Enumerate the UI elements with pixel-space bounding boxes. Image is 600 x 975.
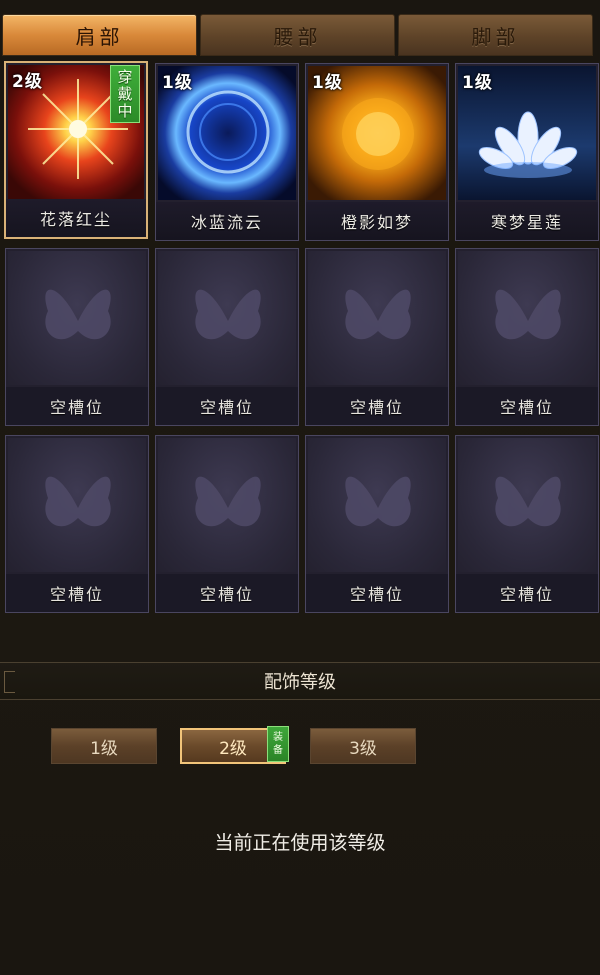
accessory-card[interactable]: 1级 寒梦星莲 <box>455 63 599 241</box>
empty-slot-label: 空槽位 <box>6 574 148 612</box>
empty-slot[interactable]: 空槽位 <box>455 248 599 426</box>
butterfly-placeholder-icon <box>158 251 296 385</box>
empty-slot-label: 空槽位 <box>456 574 598 612</box>
empty-slot[interactable]: 空槽位 <box>305 248 449 426</box>
level-1-button[interactable]: 1级 <box>51 728 157 764</box>
butterfly-placeholder-icon <box>158 438 296 572</box>
item-name: 寒梦星莲 <box>456 202 598 240</box>
worn-badge: 穿戴中 <box>110 65 140 123</box>
item-name: 橙影如梦 <box>306 202 448 240</box>
accessory-card[interactable]: 2级 穿戴中 花落红尘 <box>4 61 148 239</box>
empty-slot-label: 空槽位 <box>156 574 298 612</box>
level-label: 1级 <box>162 73 193 93</box>
butterfly-placeholder-icon <box>308 438 446 572</box>
item-name: 花落红尘 <box>6 199 146 237</box>
empty-slot-label: 空槽位 <box>156 387 298 425</box>
tab-feet[interactable]: 脚部 <box>398 14 593 56</box>
butterfly-placeholder-icon <box>8 438 146 572</box>
empty-slot-label: 空槽位 <box>306 574 448 612</box>
empty-slot-label: 空槽位 <box>456 387 598 425</box>
section-title: 配饰等级 <box>264 672 336 693</box>
empty-slot-label: 空槽位 <box>306 387 448 425</box>
tab-shoulder[interactable]: 肩部 <box>2 14 197 56</box>
empty-slot[interactable]: 空槽位 <box>5 435 149 613</box>
level-label: 2级 <box>12 72 43 92</box>
empty-slot[interactable]: 空槽位 <box>5 248 149 426</box>
butterfly-placeholder-icon <box>458 438 596 572</box>
empty-slot[interactable]: 空槽位 <box>455 435 599 613</box>
status-text: 当前正在使用该等级 <box>214 832 386 854</box>
level-label: 1级 <box>462 73 493 93</box>
butterfly-placeholder-icon <box>308 251 446 385</box>
accessory-card[interactable]: 1级 橙影如梦 <box>305 63 449 241</box>
empty-slot-label: 空槽位 <box>6 387 148 425</box>
tab-bar: 肩部 腰部 脚部 <box>0 0 600 60</box>
level-label: 1级 <box>312 73 343 93</box>
item-name: 冰蓝流云 <box>156 202 298 240</box>
empty-slot[interactable]: 空槽位 <box>155 435 299 613</box>
butterfly-placeholder-icon <box>8 251 146 385</box>
section-header: 配饰等级 <box>0 662 600 700</box>
tab-waist[interactable]: 腰部 <box>200 14 395 56</box>
butterfly-placeholder-icon <box>458 251 596 385</box>
equipped-badge: 装备 <box>267 726 289 762</box>
accessory-card[interactable]: 1级 冰蓝流云 <box>155 63 299 241</box>
accessory-panel: 肩部 腰部 脚部 2级 穿 戴 中 花落红尘 1级 冰蓝流云 1级 橙影如梦 1… <box>0 0 600 975</box>
empty-slot[interactable]: 空槽位 <box>305 435 449 613</box>
level-3-button[interactable]: 3级 <box>310 728 416 764</box>
empty-slot[interactable]: 空槽位 <box>155 248 299 426</box>
